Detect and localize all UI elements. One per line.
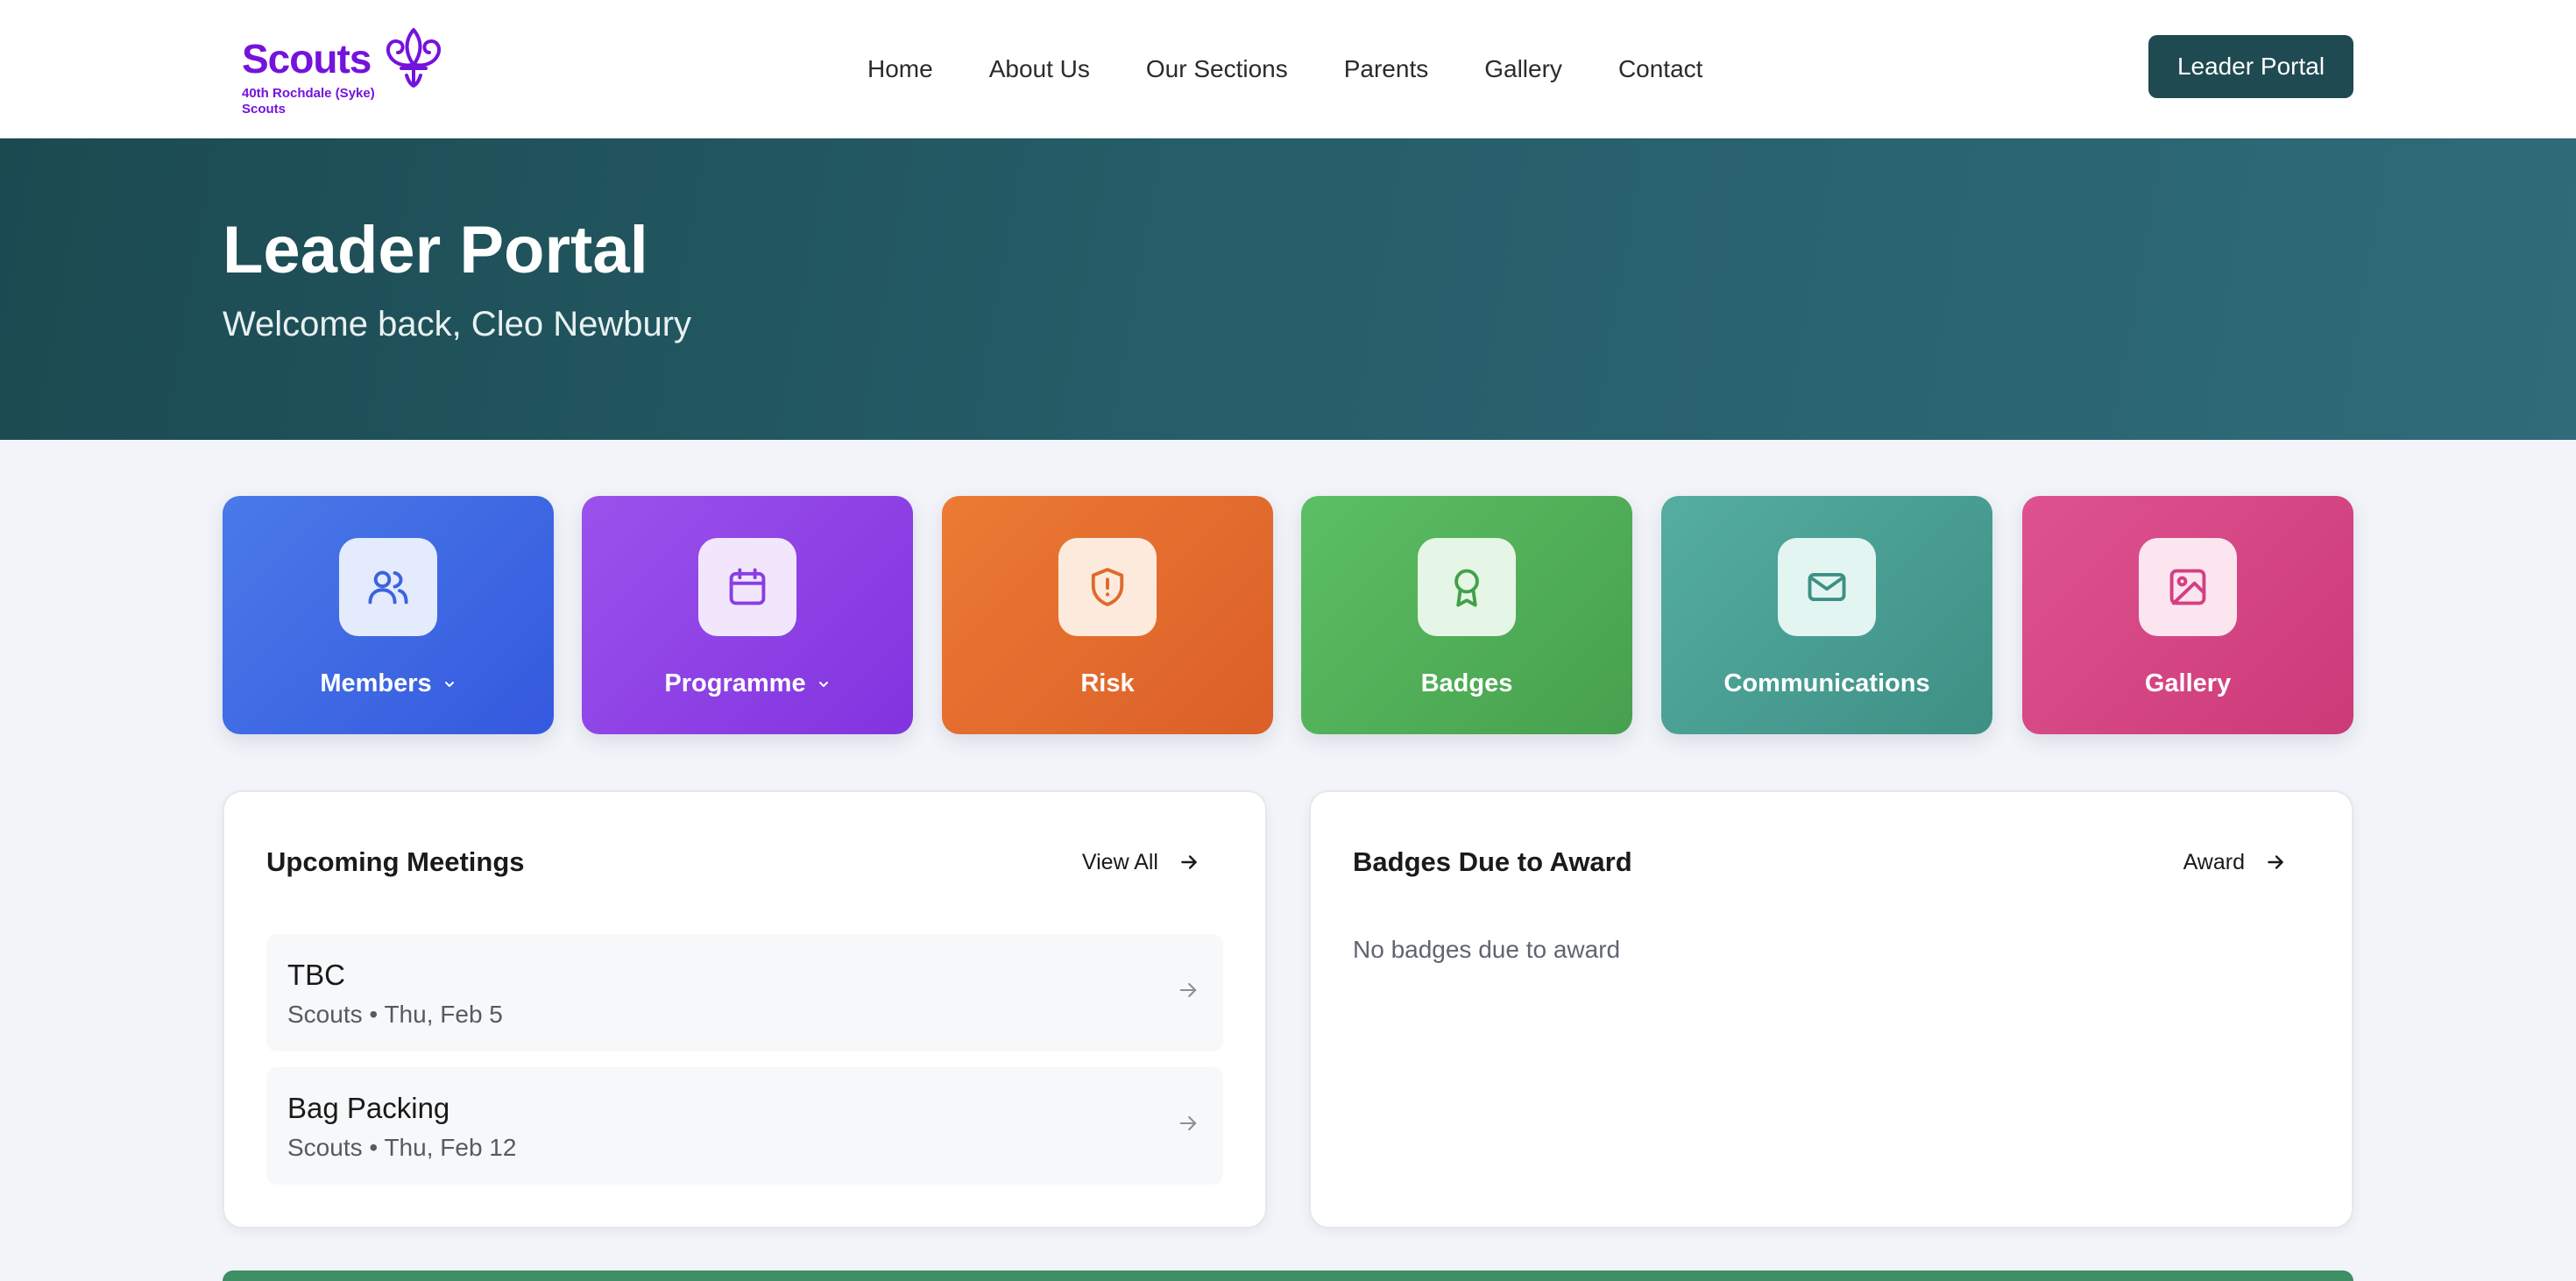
- meeting-item[interactable]: Bag Packing Scouts • Thu, Feb 12: [266, 1067, 1223, 1185]
- tile-communications[interactable]: Communications: [1661, 496, 1992, 734]
- meeting-meta: Scouts • Thu, Feb 5: [287, 1001, 503, 1028]
- nav-about-us[interactable]: About Us: [989, 55, 1090, 83]
- tile-label-container: Members: [223, 671, 554, 697]
- quick-access-tiles: Members Programme Risk Badges Communicat…: [223, 496, 2353, 734]
- meeting-title: Bag Packing: [287, 1092, 450, 1124]
- main-nav: Home About Us Our Sections Parents Galle…: [867, 46, 1702, 93]
- tile-icon-box: [698, 538, 796, 636]
- award-icon: [1454, 569, 1479, 607]
- chevron-down-icon: [444, 682, 454, 688]
- tile-label: Risk: [1080, 669, 1135, 697]
- shield-alert-icon: [1091, 568, 1124, 606]
- chevron-down-icon: [818, 682, 828, 688]
- meeting-meta: Scouts • Thu, Feb 12: [287, 1134, 517, 1161]
- nav-gallery[interactable]: Gallery: [1484, 55, 1562, 83]
- tile-icon-box: [1418, 538, 1516, 636]
- tile-icon-box: [2139, 538, 2237, 636]
- users-icon: [368, 570, 408, 605]
- arrow-right-icon: [2268, 855, 2283, 869]
- page-title: Leader Portal: [223, 213, 648, 287]
- award-label: Award: [2183, 849, 2245, 874]
- tile-label-container: Programme: [582, 671, 913, 697]
- image-icon: [2169, 569, 2206, 605]
- next-section-edge: [223, 1270, 2353, 1281]
- hero-banner: Leader Portal Welcome back, Cleo Newbury: [0, 138, 2576, 440]
- tile-icon-box: [339, 538, 437, 636]
- tile-label: Members: [320, 669, 432, 697]
- meeting-item[interactable]: TBC Scouts • Thu, Feb 5: [266, 934, 1223, 1051]
- meeting-title: TBC: [287, 959, 345, 991]
- empty-state-text: No badges due to award: [1353, 936, 1621, 963]
- nav-home[interactable]: Home: [867, 55, 933, 83]
- fleur-de-lis-icon: [386, 28, 441, 88]
- tile-label: Programme: [664, 669, 806, 697]
- tile-label: Communications: [1723, 669, 1930, 697]
- tile-gallery[interactable]: Gallery: [2022, 496, 2353, 734]
- leader-portal-button[interactable]: Leader Portal: [2148, 35, 2353, 98]
- upcoming-meetings-card: Upcoming Meetings View All TBC Scouts • …: [223, 790, 1267, 1228]
- arrow-right-icon: [1179, 982, 1197, 998]
- scouts-logo[interactable]: Scouts 40th Rochdale (Syke) Scouts: [242, 26, 452, 117]
- card-title: Badges Due to Award: [1353, 846, 1632, 877]
- tile-badges[interactable]: Badges: [1301, 496, 1632, 734]
- badges-due-card: Badges Due to Award Award No badges due …: [1309, 790, 2353, 1228]
- award-link[interactable]: Award: [2183, 845, 2287, 880]
- arrow-right-icon: [1181, 855, 1197, 869]
- nav-parents[interactable]: Parents: [1344, 55, 1429, 83]
- mail-icon: [1808, 572, 1846, 602]
- tile-programme[interactable]: Programme: [582, 496, 913, 734]
- view-all-label: View All: [1081, 849, 1158, 874]
- view-all-link[interactable]: View All: [1082, 845, 1200, 880]
- tile-icon-box: [1058, 538, 1157, 636]
- tile-icon-box: [1778, 538, 1876, 636]
- tile-members[interactable]: Members: [223, 496, 554, 734]
- welcome-message: Welcome back, Cleo Newbury: [223, 305, 692, 343]
- tile-label: Badges: [1420, 669, 1513, 697]
- nav-our-sections[interactable]: Our Sections: [1146, 55, 1288, 83]
- brand-name: Scouts: [242, 36, 372, 81]
- group-name: 40th Rochdale (Syke) Scouts: [242, 86, 375, 117]
- nav-contact[interactable]: Contact: [1618, 55, 1703, 83]
- arrow-right-icon: [1179, 1115, 1197, 1131]
- tile-label: Gallery: [2144, 669, 2232, 697]
- tile-risk[interactable]: Risk: [942, 496, 1273, 734]
- calendar-icon: [729, 568, 766, 605]
- card-title: Upcoming Meetings: [266, 846, 525, 877]
- site-header: Scouts 40th Rochdale (Syke) Scouts Home …: [0, 0, 2576, 138]
